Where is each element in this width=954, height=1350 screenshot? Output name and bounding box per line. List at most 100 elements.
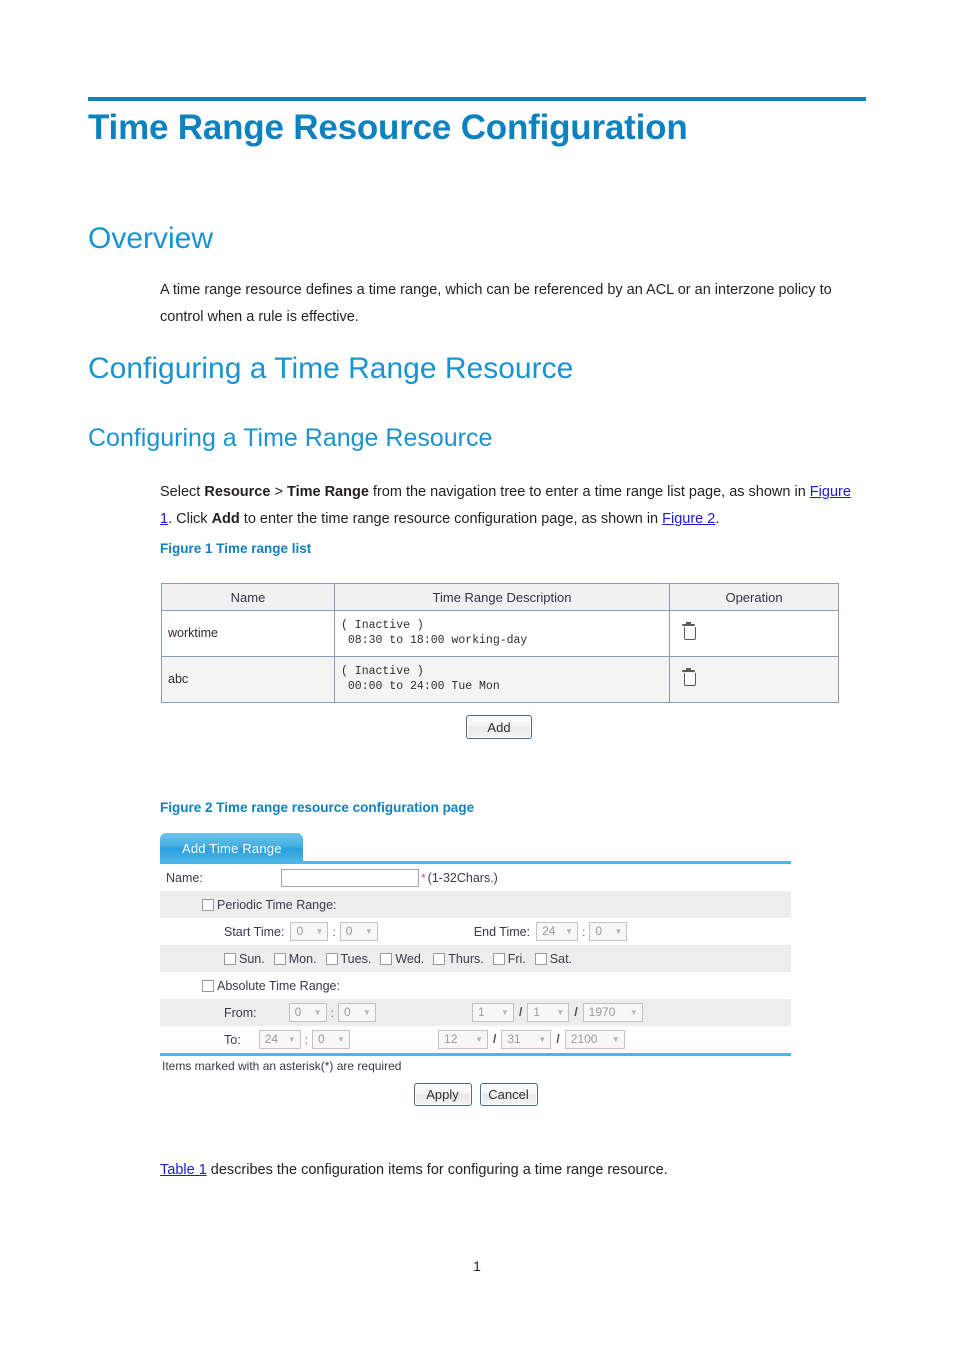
checkbox-weekday-tues[interactable]: Tues. [325, 951, 372, 966]
description-detail: 00:00 to 24:00 Tue Mon [341, 680, 500, 693]
periodic-checkbox-wrap[interactable]: Periodic Time Range: [164, 898, 337, 912]
overview-line-1: A time range resource defines a time ran… [160, 282, 820, 298]
to-day-select[interactable]: 31 ▼ [501, 1030, 552, 1049]
end-hour-select-wrap: 24 ▼ [536, 922, 579, 941]
name-input[interactable] [281, 868, 419, 887]
weekday-label: Sun. [239, 951, 265, 966]
checkbox-box-icon[interactable] [273, 952, 286, 965]
select-text-2: > [270, 484, 287, 500]
subheading-configuring-a-time-range-resource: Configuring a Time Range Resource [88, 424, 493, 452]
to-year-select[interactable]: 2100 ▼ [564, 1030, 625, 1049]
tab-add-time-range[interactable]: Add Time Range [160, 833, 303, 862]
name-label: Name: [166, 870, 203, 885]
cell-operation [669, 656, 839, 703]
periodic-time-range-label: Periodic Time Range: [217, 897, 337, 912]
chevron-down-icon: ▼ [363, 1008, 371, 1017]
from-hour-select[interactable]: 0 ▼ [288, 1003, 327, 1022]
page-title: Time Range Resource Configuration [88, 108, 688, 147]
select-text-1: Select [160, 484, 205, 500]
select-text-4: . Click [168, 511, 212, 527]
checkbox-weekday-wed[interactable]: Wed. [380, 952, 424, 966]
from-year-select[interactable]: 1970 ▼ [582, 1003, 643, 1022]
delete-icon[interactable] [682, 621, 696, 640]
cell-name: abc [161, 656, 335, 703]
row-absolute-time-range: Absolute Time Range: [160, 972, 791, 999]
checkbox-box-icon[interactable] [224, 952, 236, 965]
checkbox-weekday-fri[interactable]: Fri. [492, 952, 526, 966]
select-text-5: to enter the time range resource configu… [239, 511, 663, 527]
to-hour-select[interactable]: 24 ▼ [258, 1030, 301, 1049]
panel-actions: Apply Cancel [160, 1073, 791, 1106]
required-fields-note: Items marked with an asterisk(*) are req… [162, 1059, 402, 1073]
end-time-label: End Time: [473, 924, 531, 939]
tab-strip: Add Time Range [160, 833, 791, 864]
from-minute-select[interactable]: 0 ▼ [337, 1003, 376, 1022]
document-page: Time Range Resource Configuration Overvi… [0, 0, 954, 1350]
from-month-select[interactable]: 1 ▼ [471, 1003, 514, 1022]
start-hour-select-wrap: 0 ▼ [290, 922, 329, 941]
column-header-operation: Operation [669, 583, 839, 611]
chevron-down-icon: ▼ [313, 1008, 322, 1017]
from-label: From: [224, 1005, 257, 1020]
add-button[interactable]: Add [466, 715, 532, 739]
link-figure-2[interactable]: Figure 2 [662, 511, 715, 527]
end-minute-value: 0 [595, 924, 603, 938]
from-month-value: 1 [477, 1005, 485, 1019]
checkbox-weekday-sun[interactable]: Sun. [224, 952, 265, 966]
delete-icon[interactable] [682, 667, 696, 686]
absolute-checkbox-wrap[interactable]: Absolute Time Range: [164, 979, 340, 993]
name-hint: (1-32Chars.) [427, 870, 498, 885]
from-day-select[interactable]: 1 ▼ [527, 1003, 570, 1022]
to-day-value: 31 [507, 1032, 521, 1046]
start-hour-select[interactable]: 0 ▼ [290, 922, 329, 941]
paragraph-table-1: Table 1 describes the configuration item… [160, 1157, 866, 1184]
to-hour-value: 24 [264, 1032, 279, 1046]
figure-2-caption: Figure 2 Time range resource configurati… [160, 800, 475, 815]
weekday-label: Wed. [395, 951, 425, 966]
heading-configuring-a-time-range-resource: Configuring a Time Range Resource [88, 352, 574, 385]
checkbox-box-icon[interactable] [492, 952, 505, 965]
to-month-select[interactable]: 12 ▼ [438, 1030, 489, 1049]
checkbox-weekday-thurs[interactable]: Thurs. [433, 951, 484, 966]
time-separator: : [582, 924, 586, 939]
checkbox-box-icon[interactable] [325, 952, 338, 965]
checkbox-box-icon[interactable] [433, 952, 446, 965]
from-date-group: 1 ▼ / 1 ▼ / 1970 ▼ [471, 1003, 643, 1022]
end-hour-select[interactable]: 24 ▼ [536, 922, 579, 941]
to-hour-select-wrap: 24 ▼ [258, 1030, 301, 1049]
date-separator: / [574, 1004, 578, 1019]
weekday-label: Tues. [340, 951, 372, 966]
chevron-down-icon: ▼ [538, 1035, 547, 1044]
tab-underline [160, 861, 791, 864]
link-table-1[interactable]: Table 1 [160, 1162, 207, 1178]
checkbox-box-icon[interactable] [534, 952, 547, 965]
checkbox-weekday-mon[interactable]: Mon. [273, 952, 317, 966]
to-minute-select[interactable]: 0 ▼ [312, 1030, 351, 1049]
select-text-6: . [715, 511, 720, 527]
chevron-down-icon: ▼ [565, 927, 574, 936]
end-minute-select[interactable]: 0 ▼ [589, 922, 628, 941]
description-detail: 08:30 to 18:00 working-day [341, 634, 528, 647]
row-start-end-time: Start Time: 0 ▼ : 0 ▼ End Time: 24 ▼ : 0 ▼ [160, 918, 791, 945]
cell-description: ( Inactive ) 00:00 to 24:00 Tue Mon [334, 656, 670, 703]
to-minute-value: 0 [318, 1032, 325, 1046]
from-year-value: 1970 [588, 1005, 616, 1019]
checkbox-absolute-time-range[interactable] [202, 979, 214, 992]
cell-operation [669, 610, 839, 657]
bold-add: Add [211, 511, 240, 527]
apply-button[interactable]: Apply [413, 1083, 472, 1106]
checkbox-periodic-time-range[interactable] [202, 898, 214, 911]
figure-1-caption: Figure 1 Time range list [160, 541, 312, 556]
column-header-time-range-description: Time Range Description [334, 583, 670, 611]
row-weekdays: Sun. Mon. Tues. Wed. Thurs. Fri. Sat. [160, 945, 791, 972]
paragraph-select-resource: Select Resource > Time Range from the na… [160, 479, 866, 533]
checkbox-weekday-sat[interactable]: Sat. [534, 952, 572, 966]
weekday-label: Thurs. [448, 951, 484, 966]
date-separator: / [556, 1031, 560, 1046]
start-minute-select[interactable]: 0 ▼ [339, 922, 378, 941]
checkbox-box-icon[interactable] [380, 952, 393, 965]
row-name: Name: * (1-32Chars.) [160, 864, 791, 891]
cancel-button[interactable]: Cancel [479, 1083, 538, 1106]
time-range-list-table: Name Time Range Description Operation wo… [161, 583, 839, 703]
paragraph-overview: A time range resource defines a time ran… [160, 277, 866, 331]
